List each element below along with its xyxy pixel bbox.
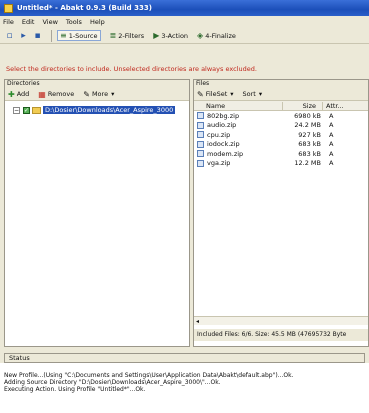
step-filters-label: 2-Filters: [118, 31, 145, 40]
list-item[interactable]: 802bg.zip 6980 kB A: [194, 111, 368, 121]
action-icon: ▶: [153, 31, 160, 40]
log-line: New Profile...(Using "C:\Documents and S…: [4, 372, 294, 379]
more-button[interactable]: ✎ More ▾: [83, 90, 114, 99]
step-action-button[interactable]: ▶ 3-Action: [153, 31, 188, 40]
log-line: Adding Source Directory "D:\Dosier\Downl…: [4, 379, 221, 386]
tree-item[interactable]: − ✓ D:\Dosier\Downloads\Acer_Aspire_3000: [13, 105, 189, 115]
toolbar-divider: [51, 29, 52, 42]
column-name[interactable]: Name: [194, 102, 282, 110]
window-title: Untitled* - Abakt 0.9.3 (Build 333): [17, 4, 152, 12]
remove-button[interactable]: ▦ Remove: [38, 90, 74, 99]
column-attributes[interactable]: Attr...: [322, 101, 362, 110]
zip-file-icon: [197, 150, 204, 158]
more-label: More: [91, 90, 109, 98]
list-item[interactable]: vga.zip 12.2 MB A: [194, 159, 368, 169]
menu-view[interactable]: View: [42, 18, 57, 26]
zip-file-icon: [197, 121, 204, 129]
finalize-icon: ◈: [197, 31, 204, 40]
file-size: 6980 kB: [294, 111, 321, 120]
pencil-icon: ✎: [83, 89, 90, 99]
fileset-label: FileSet: [205, 90, 228, 98]
app-window: Untitled* - Abakt 0.9.3 (Build 333) File…: [0, 0, 369, 413]
filters-icon: ≣: [109, 31, 117, 40]
menu-help[interactable]: Help: [90, 18, 105, 26]
zip-file-icon: [197, 159, 204, 167]
chevron-down-icon: ▾: [258, 90, 263, 98]
step-finalize-label: 4-Finalize: [205, 31, 236, 40]
remove-icon: ▦: [38, 89, 46, 99]
file-name: iodock.zip: [207, 140, 240, 149]
files-title: Files: [194, 80, 368, 88]
menu-file[interactable]: File: [3, 18, 14, 26]
new-file-icon[interactable]: ▫: [4, 30, 15, 41]
directories-toolbar: ✚ Add ▦ Remove ✎ More ▾: [5, 88, 189, 101]
file-size: 683 kB: [298, 149, 321, 158]
instruction-text: Select the directories to include. Unsel…: [6, 65, 257, 73]
remove-label: Remove: [47, 90, 75, 98]
sort-button[interactable]: Sort ▾: [243, 90, 263, 98]
add-label: Add: [16, 90, 30, 98]
list-item[interactable]: audio.zip 24.2 MB A: [194, 121, 368, 131]
files-summary: Included Files: 6/6. Size: 45.5 MB (4769…: [194, 329, 368, 341]
pencil-icon: ✎: [197, 89, 204, 99]
horizontal-scrollbar[interactable]: ◂: [194, 316, 368, 325]
file-size: 927 kB: [298, 130, 321, 139]
file-size: 683 kB: [298, 140, 321, 149]
file-attr: A: [329, 130, 334, 139]
directories-title: Directories: [5, 80, 189, 88]
list-item[interactable]: modem.zip 683 kB A: [194, 149, 368, 159]
file-attr: A: [329, 121, 334, 130]
step-action-label: 3-Action: [161, 31, 189, 40]
title-bar[interactable]: Untitled* - Abakt 0.9.3 (Build 333): [0, 0, 369, 16]
list-item[interactable]: iodock.zip 683 kB A: [194, 140, 368, 150]
column-size[interactable]: Size: [282, 101, 322, 110]
open-folder-icon[interactable]: ▸: [18, 30, 29, 41]
add-button[interactable]: ✚ Add: [8, 90, 29, 99]
file-size: 24.2 MB: [294, 121, 321, 130]
step-source-button[interactable]: ≡ 1-Source: [57, 30, 101, 41]
scroll-left-icon[interactable]: ◂: [196, 318, 199, 325]
directories-pane: Directories ✚ Add ▦ Remove ✎ More ▾ − ✓ …: [4, 79, 190, 347]
file-size: 12.2 MB: [294, 159, 321, 168]
step-finalize-button[interactable]: ◈ 4-Finalize: [197, 31, 236, 40]
file-name: 802bg.zip: [207, 111, 240, 120]
file-attr: A: [329, 111, 334, 120]
sort-label: Sort: [242, 90, 256, 98]
list-item[interactable]: cpu.zip 927 kB A: [194, 130, 368, 140]
step-source-label: 1-Source: [68, 31, 98, 40]
file-name: modem.zip: [207, 149, 244, 158]
file-attr: A: [329, 159, 334, 168]
chevron-down-icon: ▾: [230, 90, 234, 98]
file-name: cpu.zip: [207, 130, 231, 139]
save-icon[interactable]: ▪: [32, 30, 43, 41]
tree-item-label: D:\Dosier\Downloads\Acer_Aspire_3000: [43, 106, 176, 114]
files-pane: Files ✎ FileSet ▾ Sort ▾ Name Size Attr.…: [193, 79, 369, 347]
zip-file-icon: [197, 140, 204, 148]
file-list-header: Name Size Attr...: [194, 101, 368, 111]
status-log: New Profile...(Using "C:\Documents and S…: [0, 363, 369, 413]
zip-file-icon: [197, 112, 204, 120]
file-attr: A: [329, 149, 334, 158]
file-attr: A: [329, 140, 334, 149]
menu-tools[interactable]: Tools: [66, 18, 82, 26]
zip-file-icon: [197, 131, 204, 139]
status-title: Status: [4, 353, 365, 363]
files-toolbar: ✎ FileSet ▾ Sort ▾: [194, 88, 368, 101]
file-name: audio.zip: [207, 121, 237, 130]
file-name: vga.zip: [207, 159, 231, 168]
fileset-button[interactable]: ✎ FileSet ▾: [197, 90, 234, 99]
main-toolbar: ▫ ▸ ▪ ≡ 1-Source ≣ 2-Filters ▶ 3-Action …: [0, 28, 369, 44]
chevron-down-icon: ▾: [111, 90, 115, 98]
step-filters-button[interactable]: ≣ 2-Filters: [110, 31, 145, 40]
folder-icon: [32, 106, 41, 114]
add-icon: ✚: [8, 89, 15, 99]
log-line: Executing Action. Using Profile "Untitle…: [4, 386, 146, 393]
menu-bar: File Edit View Tools Help: [0, 16, 369, 28]
menu-edit[interactable]: Edit: [22, 18, 35, 26]
app-icon: [4, 3, 13, 13]
source-icon: ≡: [60, 31, 67, 40]
include-checkbox[interactable]: ✓: [23, 106, 30, 114]
collapse-icon[interactable]: −: [13, 106, 20, 114]
